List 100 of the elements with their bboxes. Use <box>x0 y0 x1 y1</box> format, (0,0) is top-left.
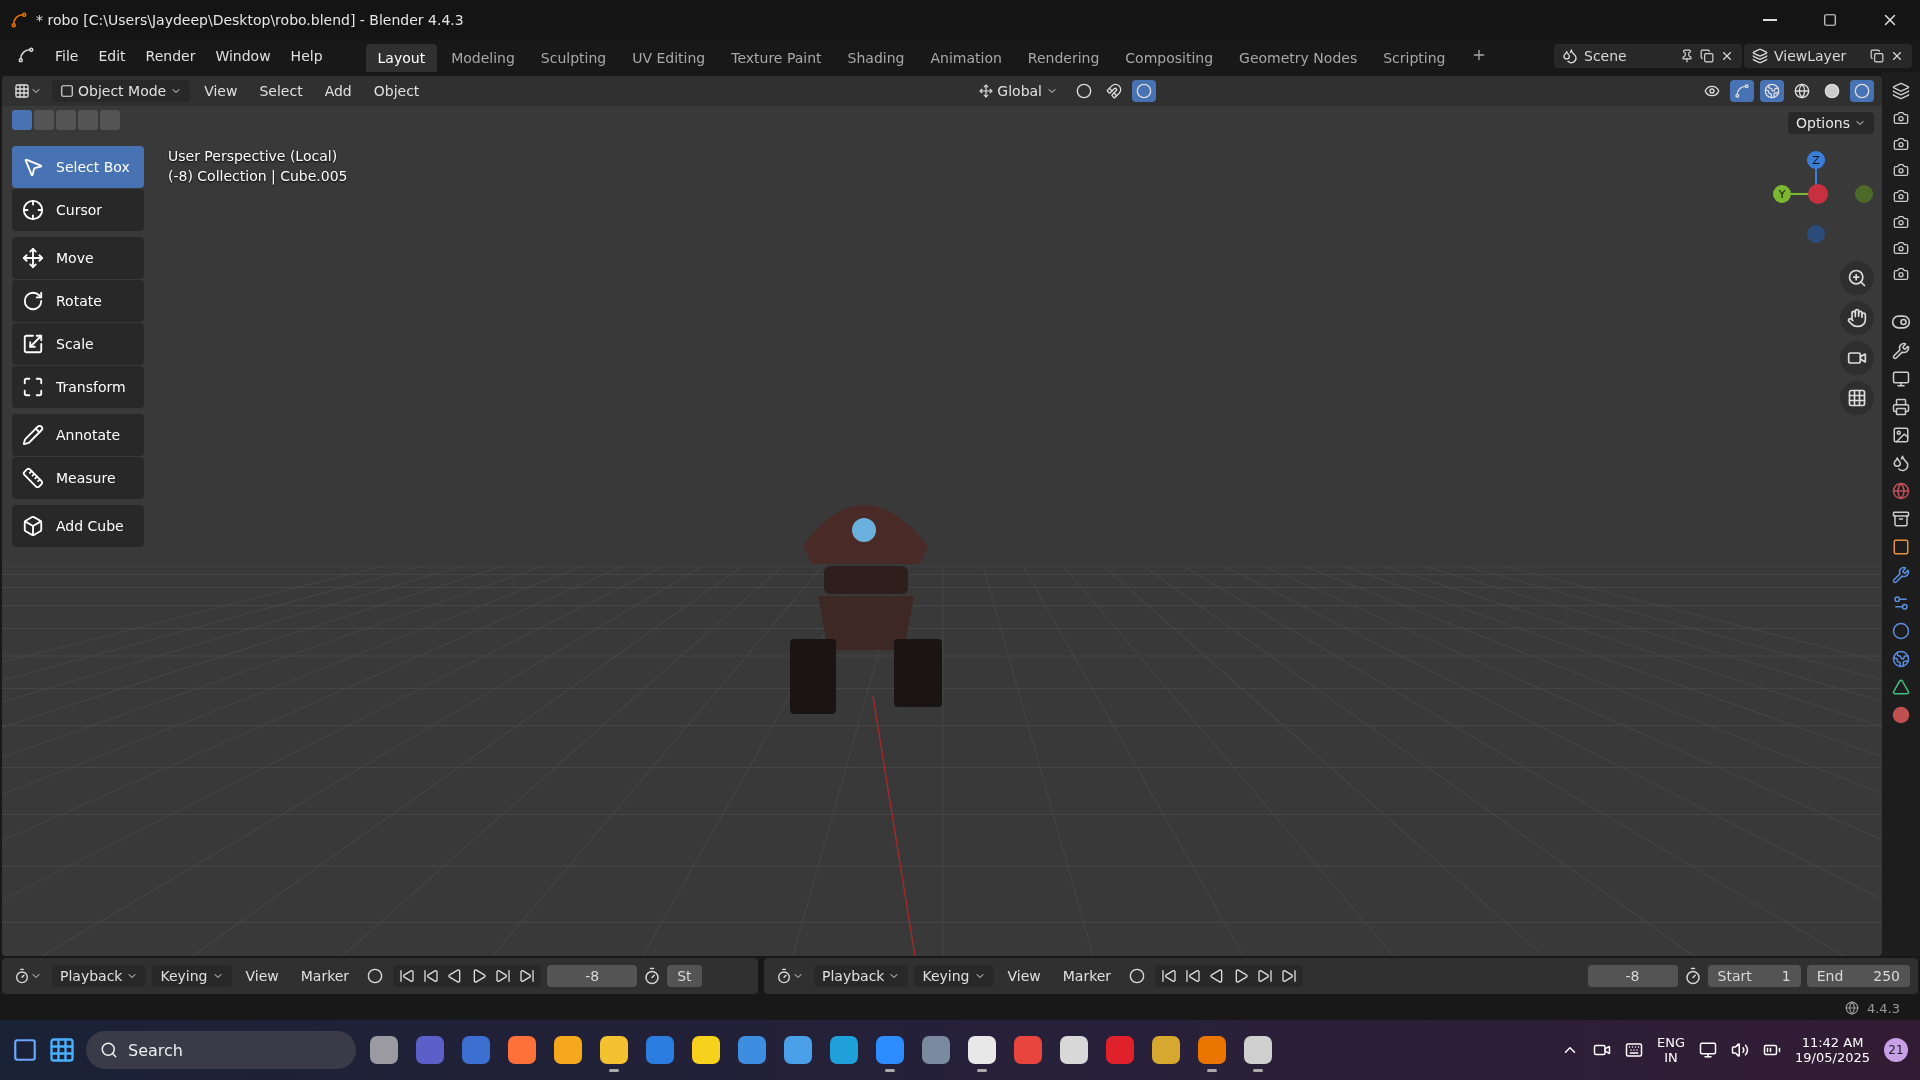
timeline-menu[interactable]: View <box>237 965 287 987</box>
workspace-tab[interactable]: Layout <box>365 44 438 72</box>
previous-keyframe-button[interactable] <box>1185 968 1202 984</box>
menu-item[interactable]: File <box>46 48 88 72</box>
app-icon[interactable] <box>784 1036 812 1064</box>
workspace-tab[interactable]: Texture Paint <box>719 44 834 72</box>
workspace-tab[interactable]: Shading <box>835 44 917 72</box>
workspace-tab[interactable]: Geometry Nodes <box>1227 44 1370 72</box>
keyboard-icon[interactable] <box>1625 1041 1644 1059</box>
camera-icon[interactable] <box>1893 240 1909 256</box>
pan-button[interactable] <box>1840 301 1874 335</box>
app-icon[interactable] <box>692 1036 720 1064</box>
world-icon[interactable] <box>1892 482 1910 500</box>
tool-button[interactable]: Scale <box>12 323 144 365</box>
object-menu[interactable]: Object <box>365 80 428 102</box>
monitor-icon[interactable] <box>1699 1041 1718 1059</box>
app-icon[interactable] <box>1198 1036 1226 1064</box>
current-frame-field[interactable]: -8 <box>1587 965 1678 987</box>
play-button[interactable] <box>1233 968 1250 984</box>
tool-button[interactable]: Transform <box>12 366 144 408</box>
jump-start-button[interactable] <box>399 968 416 984</box>
gizmo-button[interactable] <box>1730 80 1754 102</box>
end-frame-field[interactable]: End 250 <box>1806 965 1910 987</box>
start-button[interactable] <box>48 1036 76 1064</box>
previous-keyframe-button[interactable] <box>423 968 440 984</box>
camera-icon[interactable] <box>1893 188 1909 204</box>
workspace-tab[interactable]: Modeling <box>439 44 527 72</box>
rendered-button[interactable] <box>1850 80 1874 102</box>
app-icon[interactable] <box>554 1036 582 1064</box>
clock[interactable]: 11:42 AM 19/05/2025 <box>1795 1035 1870 1065</box>
start-frame-field[interactable]: Start 1 <box>1707 965 1801 987</box>
camera-icon[interactable] <box>1893 136 1909 152</box>
timeline-menu[interactable]: Marker <box>292 965 358 987</box>
timeline-menu[interactable]: Keying <box>152 965 232 987</box>
select-menu[interactable]: Select <box>251 80 311 102</box>
camera-view-button[interactable] <box>1840 341 1874 375</box>
workspace-tab[interactable]: Scripting <box>1371 44 1458 72</box>
tool-button[interactable]: Measure <box>12 457 144 499</box>
menu-item[interactable]: Help <box>281 48 332 72</box>
tool-button[interactable]: Add Cube <box>12 505 144 547</box>
copy-icon[interactable] <box>1870 49 1884 63</box>
menu-item[interactable]: Window <box>206 48 280 72</box>
notification-badge[interactable]: 21 <box>1884 1038 1908 1062</box>
tool-button[interactable]: Annotate <box>12 414 144 456</box>
triangle-icon[interactable] <box>1892 678 1910 696</box>
view-menu[interactable]: View <box>196 80 246 102</box>
copy-icon[interactable] <box>1700 49 1714 63</box>
jump-end-button[interactable] <box>519 968 536 984</box>
zoom-button[interactable] <box>1840 261 1874 295</box>
search-field[interactable]: Search <box>86 1031 356 1069</box>
timeline-menu[interactable]: Playback <box>52 965 147 987</box>
workspace-tab[interactable]: Sculpting <box>528 44 619 72</box>
wrench-icon[interactable] <box>1892 566 1910 584</box>
pin-icon[interactable] <box>1680 49 1694 63</box>
volume-icon[interactable] <box>1731 1041 1750 1059</box>
next-keyframe-button[interactable] <box>1257 968 1274 984</box>
timeline-menu[interactable]: Keying <box>914 965 994 987</box>
app-icon[interactable] <box>1152 1036 1180 1064</box>
app-icon[interactable] <box>968 1036 996 1064</box>
camera-icon[interactable] <box>1893 110 1909 126</box>
app-icon[interactable] <box>1244 1036 1272 1064</box>
workspace-tab[interactable]: UV Editing <box>620 44 718 72</box>
close-icon[interactable] <box>1720 49 1734 63</box>
menu-item[interactable]: Render <box>136 48 205 72</box>
play-button[interactable] <box>471 968 488 984</box>
collection-icon[interactable] <box>1892 510 1910 528</box>
workspace-tab[interactable]: Compositing <box>1113 44 1226 72</box>
camera-icon[interactable] <box>1893 266 1909 282</box>
mode-dropdown[interactable]: Object Mode <box>52 80 191 102</box>
tool-button[interactable]: Move <box>12 237 144 279</box>
workspace-tab[interactable]: Rendering <box>1015 44 1112 72</box>
workspace-tab[interactable]: Animation <box>918 44 1014 72</box>
ortho-button[interactable] <box>1840 381 1874 415</box>
timeline-menu[interactable]: Playback <box>814 965 909 987</box>
tool-button[interactable]: Rotate <box>12 280 144 322</box>
orientation-dropdown[interactable]: Global <box>971 80 1066 102</box>
tool-button[interactable]: Select Box <box>12 146 144 188</box>
language-indicator[interactable]: ENG IN <box>1657 1035 1686 1065</box>
proportional-edit-button[interactable] <box>1132 80 1156 102</box>
start-frame-field[interactable]: St <box>667 965 702 987</box>
jump-start-button[interactable] <box>1161 968 1178 984</box>
app-icon[interactable] <box>600 1036 628 1064</box>
timeline-menu[interactable]: Marker <box>1054 965 1120 987</box>
tool-button[interactable]: Cursor <box>12 189 144 231</box>
menu-item[interactable]: Edit <box>89 48 135 72</box>
app-icon[interactable] <box>1060 1036 1088 1064</box>
overlay-button[interactable] <box>1760 80 1784 102</box>
camera-icon[interactable] <box>1893 162 1909 178</box>
options-dropdown[interactable]: Options <box>1787 112 1874 134</box>
app-icon[interactable] <box>830 1036 858 1064</box>
scene-selector[interactable]: Scene <box>1554 44 1742 68</box>
current-frame-field[interactable]: -8 <box>547 965 638 987</box>
timeline-menu[interactable]: View <box>999 965 1049 987</box>
add-menu[interactable]: Add <box>316 80 360 102</box>
toggle-icon[interactable] <box>1891 312 1911 332</box>
view-layer-selector[interactable]: ViewLayer <box>1744 44 1912 68</box>
app-icon[interactable] <box>508 1036 536 1064</box>
close-icon[interactable] <box>1890 49 1904 63</box>
camera-icon[interactable] <box>1893 214 1909 230</box>
axis-gizmo[interactable]: Z Y <box>1768 148 1878 248</box>
